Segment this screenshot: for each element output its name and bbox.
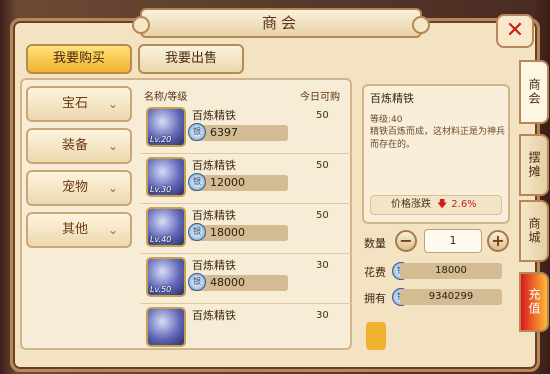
category-label: 宝石 — [62, 96, 89, 111]
item-qty: 50 — [316, 210, 329, 221]
cost-label: 花费 — [364, 266, 386, 279]
item-price: 48000 — [210, 276, 245, 289]
side-tab-stall[interactable]: 摆摊 — [519, 134, 549, 196]
iron-ore-icon: Lv.40 — [146, 207, 186, 247]
decrease-button[interactable]: − — [395, 230, 417, 252]
silver-coin-icon: 银 — [188, 273, 206, 291]
own-value: 9340299 — [400, 289, 502, 305]
item-qty: 30 — [316, 260, 329, 271]
qty-label: 数量 — [364, 237, 386, 250]
price-box: 银 48000 — [188, 273, 288, 291]
item-price: 18000 — [210, 226, 245, 239]
detail-level: 等级:40 — [370, 115, 403, 125]
category-label: 其他 — [62, 222, 89, 237]
price-box: 银 12000 — [188, 173, 288, 191]
detail-description: 精铁百炼而成，这材料正是为神兵而存在的。 — [370, 127, 506, 150]
category-equipment[interactable]: 装备 ⌄ — [26, 128, 132, 164]
list-header: 名称/等级 今日可购 — [140, 86, 352, 104]
item-name: 百炼精铁 — [192, 309, 236, 322]
item-name: 百炼精铁 — [192, 209, 236, 222]
category-pet[interactable]: 宠物 ⌄ — [26, 170, 132, 206]
window-title: 商会 — [132, 8, 430, 38]
item-level: Lv.40 — [150, 235, 172, 244]
item-qty: 50 — [316, 110, 329, 121]
list-item[interactable]: 百炼精铁 30 — [140, 304, 352, 350]
iron-ore-icon: Lv.50 — [146, 257, 186, 297]
header-qty: 今日可购 — [300, 92, 340, 103]
item-name: 百炼精铁 — [192, 109, 236, 122]
side-tab-recharge[interactable]: 充值 — [519, 272, 549, 332]
arrow-down-icon: 🡇 — [437, 199, 448, 210]
item-detail-panel: 百炼精铁 等级:40 精铁百炼而成，这材料正是为神兵而存在的。 价格涨跌 🡇 2.6… — [362, 84, 510, 224]
chevron-down-icon: ⌄ — [107, 181, 118, 195]
close-icon: ✕ — [505, 18, 525, 43]
chevron-down-icon: ⌄ — [107, 223, 118, 237]
side-tab-shop[interactable]: 商会 — [519, 60, 549, 124]
silver-coin-icon: 银 — [188, 223, 206, 241]
price-box: 银 6397 — [188, 123, 288, 141]
item-name: 百炼精铁 — [192, 159, 236, 172]
category-label: 宠物 — [62, 180, 89, 195]
item-price: 6397 — [210, 126, 238, 139]
close-button[interactable]: ✕ — [496, 14, 534, 48]
own-label: 拥有 — [364, 292, 386, 305]
buy-button-partial[interactable] — [366, 322, 386, 350]
iron-ore-icon: Lv.30 — [146, 157, 186, 197]
tab-buy[interactable]: 我要购买 — [26, 44, 132, 74]
cost-value: 18000 — [400, 263, 502, 279]
iron-ore-icon — [146, 307, 186, 347]
quantity-input[interactable]: 1 — [424, 229, 482, 253]
chevron-down-icon: ⌄ — [107, 139, 118, 153]
price-trend: 价格涨跌 🡇 2.6% — [370, 195, 502, 215]
side-tab-mall[interactable]: 商城 — [519, 200, 549, 262]
list-item[interactable]: Lv.30 百炼精铁 银 12000 50 — [140, 154, 352, 204]
trend-label: 价格涨跌 — [391, 199, 431, 210]
item-level: Lv.20 — [150, 135, 172, 144]
price-box: 银 18000 — [188, 223, 288, 241]
category-other[interactable]: 其他 ⌄ — [26, 212, 132, 248]
item-level: Lv.30 — [150, 185, 172, 194]
list-item[interactable]: Lv.20 百炼精铁 银 6397 50 — [140, 104, 352, 154]
list-item[interactable]: Lv.50 百炼精铁 银 48000 30 — [140, 254, 352, 304]
category-label: 装备 — [62, 138, 89, 153]
trend-value: 2.6% — [451, 199, 477, 210]
item-qty: 30 — [316, 310, 329, 321]
category-gem[interactable]: 宝石 ⌄ — [26, 86, 132, 122]
chevron-down-icon: ⌄ — [107, 97, 118, 111]
item-name: 百炼精铁 — [192, 259, 236, 272]
increase-button[interactable]: + — [487, 230, 509, 252]
silver-coin-icon: 银 — [188, 173, 206, 191]
header-name: 名称/等级 — [144, 92, 188, 103]
iron-ore-icon: Lv.20 — [146, 107, 186, 147]
item-level: Lv.50 — [150, 285, 172, 294]
tab-sell[interactable]: 我要出售 — [138, 44, 244, 74]
item-list: Lv.20 百炼精铁 银 6397 50 Lv.30 百炼精铁 银 12000 50… — [140, 104, 354, 350]
detail-title: 百炼精铁 — [370, 92, 414, 105]
item-qty: 50 — [316, 160, 329, 171]
list-item[interactable]: Lv.40 百炼精铁 银 18000 50 — [140, 204, 352, 254]
item-price: 12000 — [210, 176, 245, 189]
silver-coin-icon: 银 — [188, 123, 206, 141]
